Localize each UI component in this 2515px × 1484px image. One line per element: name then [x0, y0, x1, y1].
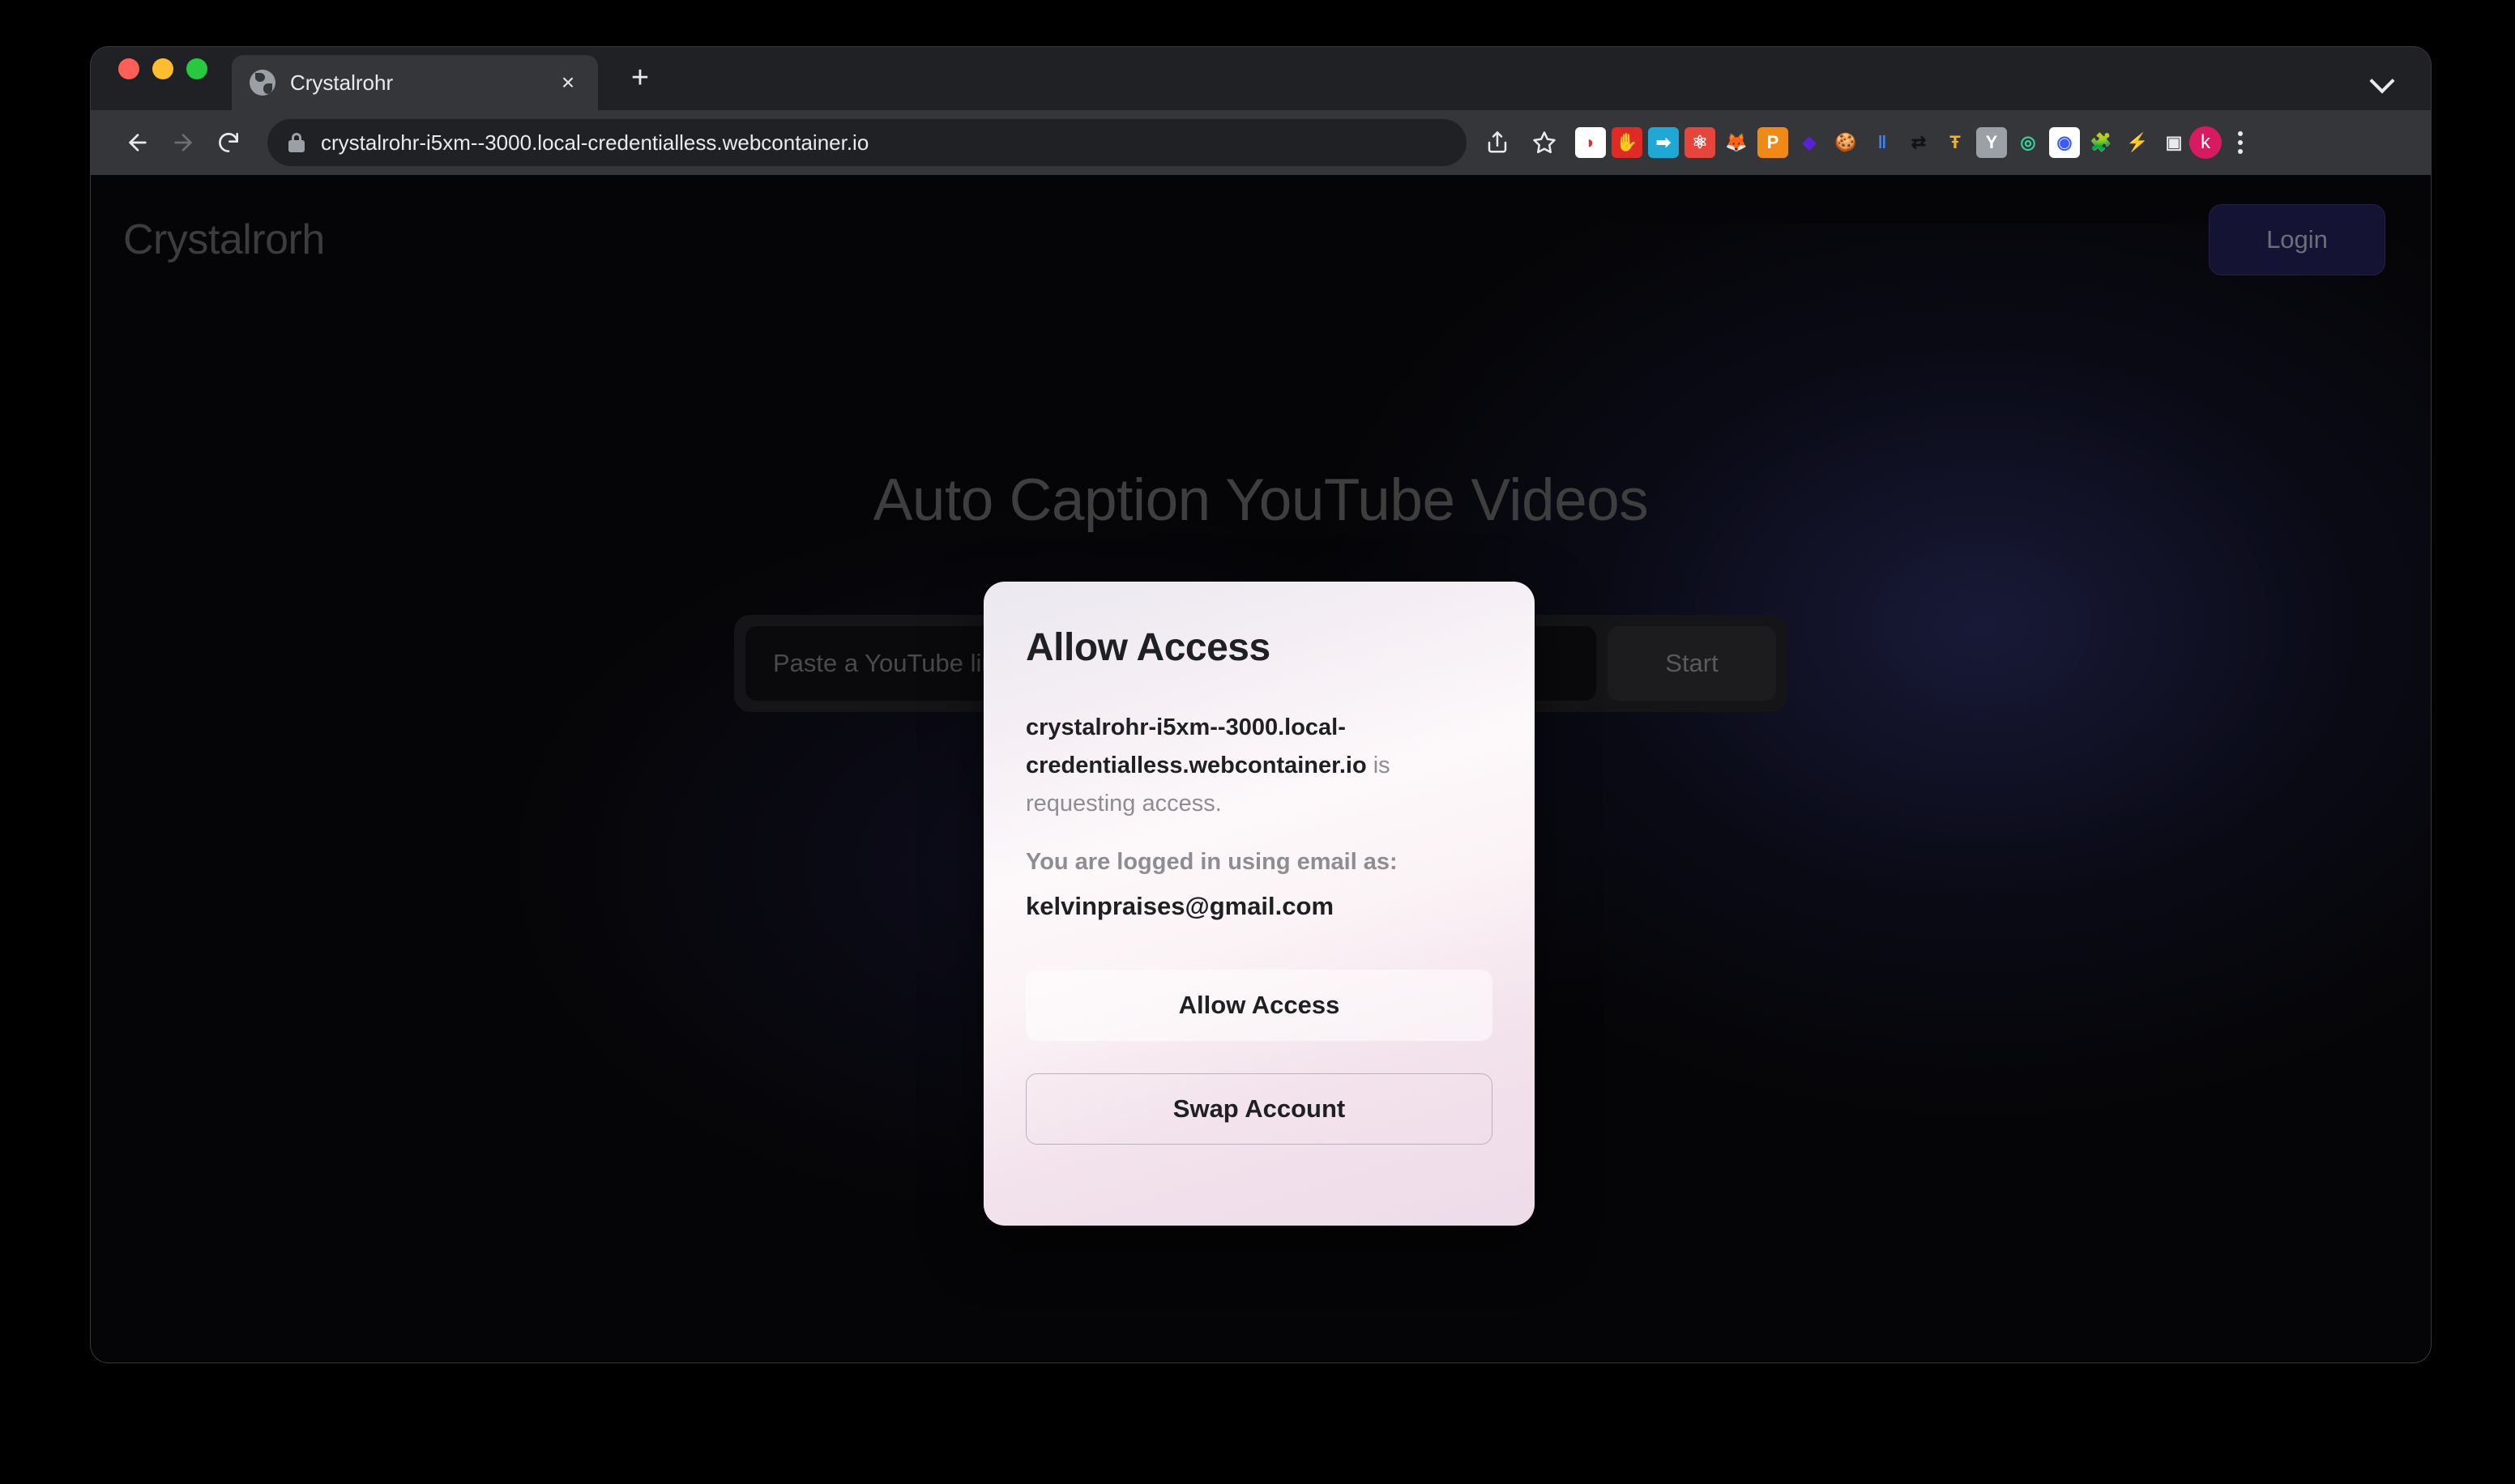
- logged-in-email: kelvinpraises@gmail.com: [1026, 891, 1334, 920]
- chevron-down-icon[interactable]: [2368, 65, 2397, 94]
- maximize-window-button[interactable]: [186, 58, 207, 79]
- star-icon[interactable]: [1522, 120, 1567, 165]
- browser-toolbar: crystalrohr-i5xm--3000.local-credentiall…: [91, 110, 2431, 175]
- extension-icons: ◗ ✋ ➡ ⚛ 🦊 P ◆ 🍪 ‖ ⇄ Ŧ Y ◎ ◉ 🧩 ⚡ ▣: [1575, 127, 2189, 158]
- leaf-energy-extension-icon[interactable]: ⚡: [2122, 127, 2153, 158]
- window-traffic-lights: [118, 47, 207, 110]
- cookie-editor-extension-icon[interactable]: 🍪: [1830, 127, 1861, 158]
- sidebar-toggle-icon[interactable]: ▣: [2158, 127, 2189, 158]
- import-document-extension-icon[interactable]: ➡: [1648, 127, 1679, 158]
- address-bar-url: crystalrohr-i5xm--3000.local-credentiall…: [321, 130, 869, 155]
- tab-strip: Crystalrohr × +: [91, 47, 2431, 110]
- address-bar[interactable]: crystalrohr-i5xm--3000.local-credentiall…: [267, 119, 1467, 166]
- globe-icon: [250, 70, 275, 96]
- dialog-title: Allow Access: [1026, 626, 1270, 669]
- grammarly-extension-icon[interactable]: Ŧ: [1940, 127, 1971, 158]
- browser-tab[interactable]: Crystalrohr ×: [232, 55, 598, 110]
- dialog-request-text: crystalrohr-i5xm--3000.local-credentiall…: [1026, 709, 1492, 823]
- close-tab-icon[interactable]: ×: [554, 69, 582, 96]
- diamond-wallet-extension-icon[interactable]: ◆: [1794, 127, 1825, 158]
- swap-account-button[interactable]: Swap Account: [1026, 1072, 1492, 1145]
- phantom-wallet-extension-icon[interactable]: P: [1757, 127, 1788, 158]
- modal-overlay: Allow Access crystalrohr-i5xm--3000.loca…: [91, 175, 2431, 1362]
- pause-extension-icon[interactable]: ‖: [1867, 127, 1898, 158]
- adblock-hand-extension-icon[interactable]: ✋: [1612, 127, 1642, 158]
- new-tab-button[interactable]: +: [622, 62, 658, 97]
- requesting-origin: crystalrohr-i5xm--3000.local-credentiall…: [1026, 714, 1367, 778]
- page-viewport: Crystalrorh Login Auto Caption YouTube V…: [91, 175, 2431, 1362]
- kebab-menu-icon[interactable]: [2222, 124, 2259, 161]
- toolbar-actions: [1475, 120, 1567, 165]
- puzzle-extensions-icon[interactable]: 🧩: [2086, 127, 2116, 158]
- reload-icon[interactable]: [206, 120, 251, 165]
- allow-access-button[interactable]: Allow Access: [1026, 969, 1492, 1041]
- tabstrip-right-controls: [2368, 65, 2397, 94]
- metamask-fox-extension-icon[interactable]: 🦊: [1721, 127, 1752, 158]
- minimize-window-button[interactable]: [152, 58, 173, 79]
- browser-window: Crystalrohr × + crystalrohr-i5xm--3000.l…: [91, 47, 2431, 1362]
- profile-avatar[interactable]: k: [2189, 126, 2222, 159]
- yahoo-extension-icon[interactable]: Y: [1976, 127, 2007, 158]
- share-icon[interactable]: [1475, 120, 1520, 165]
- logged-in-label: You are logged in using email as:: [1026, 848, 1398, 875]
- react-devtools-extension-icon[interactable]: ⚛: [1684, 127, 1715, 158]
- sync-swap-extension-icon[interactable]: ⇄: [1903, 127, 1934, 158]
- close-window-button[interactable]: [118, 58, 139, 79]
- allow-access-dialog: Allow Access crystalrohr-i5xm--3000.loca…: [984, 582, 1535, 1226]
- back-arrow-icon[interactable]: [115, 120, 160, 165]
- shield-extension-icon[interactable]: ◗: [1575, 127, 1606, 158]
- lock-icon: [288, 133, 305, 152]
- tab-title: Crystalrohr: [290, 70, 394, 95]
- forward-arrow-icon[interactable]: [160, 120, 206, 165]
- screen-recorder-extension-icon[interactable]: ◉: [2049, 127, 2080, 158]
- circles-tracker-extension-icon[interactable]: ◎: [2013, 127, 2043, 158]
